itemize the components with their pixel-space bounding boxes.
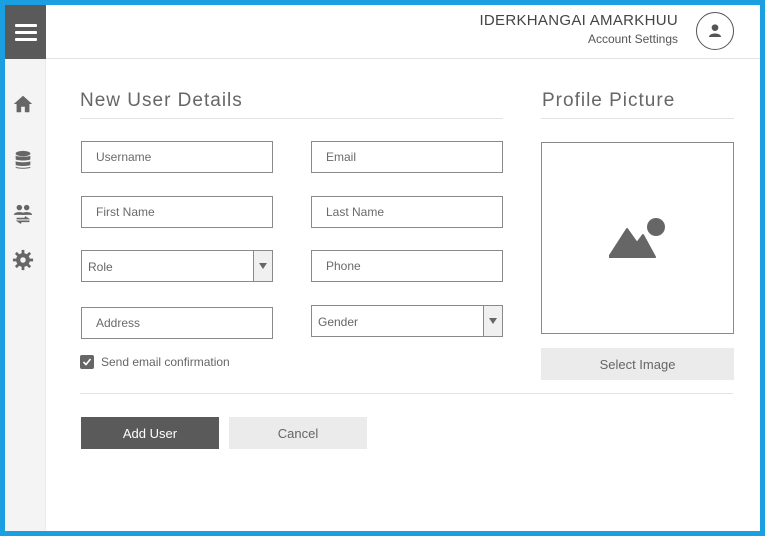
gender-select-label: Gender: [318, 315, 359, 329]
address-input[interactable]: [81, 307, 273, 339]
users-transfer-icon[interactable]: [12, 203, 34, 225]
chevron-down-icon: [253, 251, 272, 281]
avatar-button[interactable]: [696, 12, 734, 50]
add-user-button[interactable]: Add User: [81, 417, 219, 449]
checkmark-icon: [82, 358, 92, 366]
profile-title-rule: [541, 118, 734, 119]
user-icon: [709, 24, 721, 37]
menu-bar: [14, 30, 37, 34]
send-email-checkbox[interactable]: [80, 355, 94, 369]
home-icon[interactable]: [12, 93, 34, 115]
hamburger-menu-button[interactable]: [5, 5, 46, 59]
app-frame: IDERKHANGAI AMARKHUU Account Settings Ne…: [0, 0, 765, 536]
menu-bar: [14, 23, 37, 27]
user-name: IDERKHANGAI AMARKHUU: [479, 12, 678, 29]
gender-select[interactable]: Gender: [311, 305, 503, 337]
top-header: IDERKHANGAI AMARKHUU Account Settings: [46, 5, 760, 59]
select-image-button[interactable]: Select Image: [541, 348, 734, 380]
phone-input[interactable]: [311, 250, 503, 282]
profile-title: Profile Picture: [542, 90, 676, 111]
username-input[interactable]: [81, 141, 273, 173]
form-divider: [80, 393, 733, 394]
email-input[interactable]: [311, 141, 503, 173]
form-title: New User Details: [80, 90, 243, 111]
image-icon: [608, 218, 665, 258]
gear-icon[interactable]: [12, 249, 34, 271]
chevron-down-icon: [483, 306, 502, 336]
send-email-label[interactable]: Send email confirmation: [101, 355, 230, 369]
role-select[interactable]: Role: [81, 250, 273, 282]
account-settings-link[interactable]: Account Settings: [588, 32, 678, 46]
role-select-label: Role: [88, 260, 113, 274]
form-title-rule: [80, 118, 503, 119]
last-name-input[interactable]: [311, 196, 503, 228]
cancel-button[interactable]: Cancel: [229, 417, 367, 449]
profile-picture-preview: [541, 142, 734, 334]
sidebar: [5, 5, 46, 531]
menu-bar: [14, 37, 37, 41]
first-name-input[interactable]: [81, 196, 273, 228]
database-icon[interactable]: [12, 149, 34, 171]
